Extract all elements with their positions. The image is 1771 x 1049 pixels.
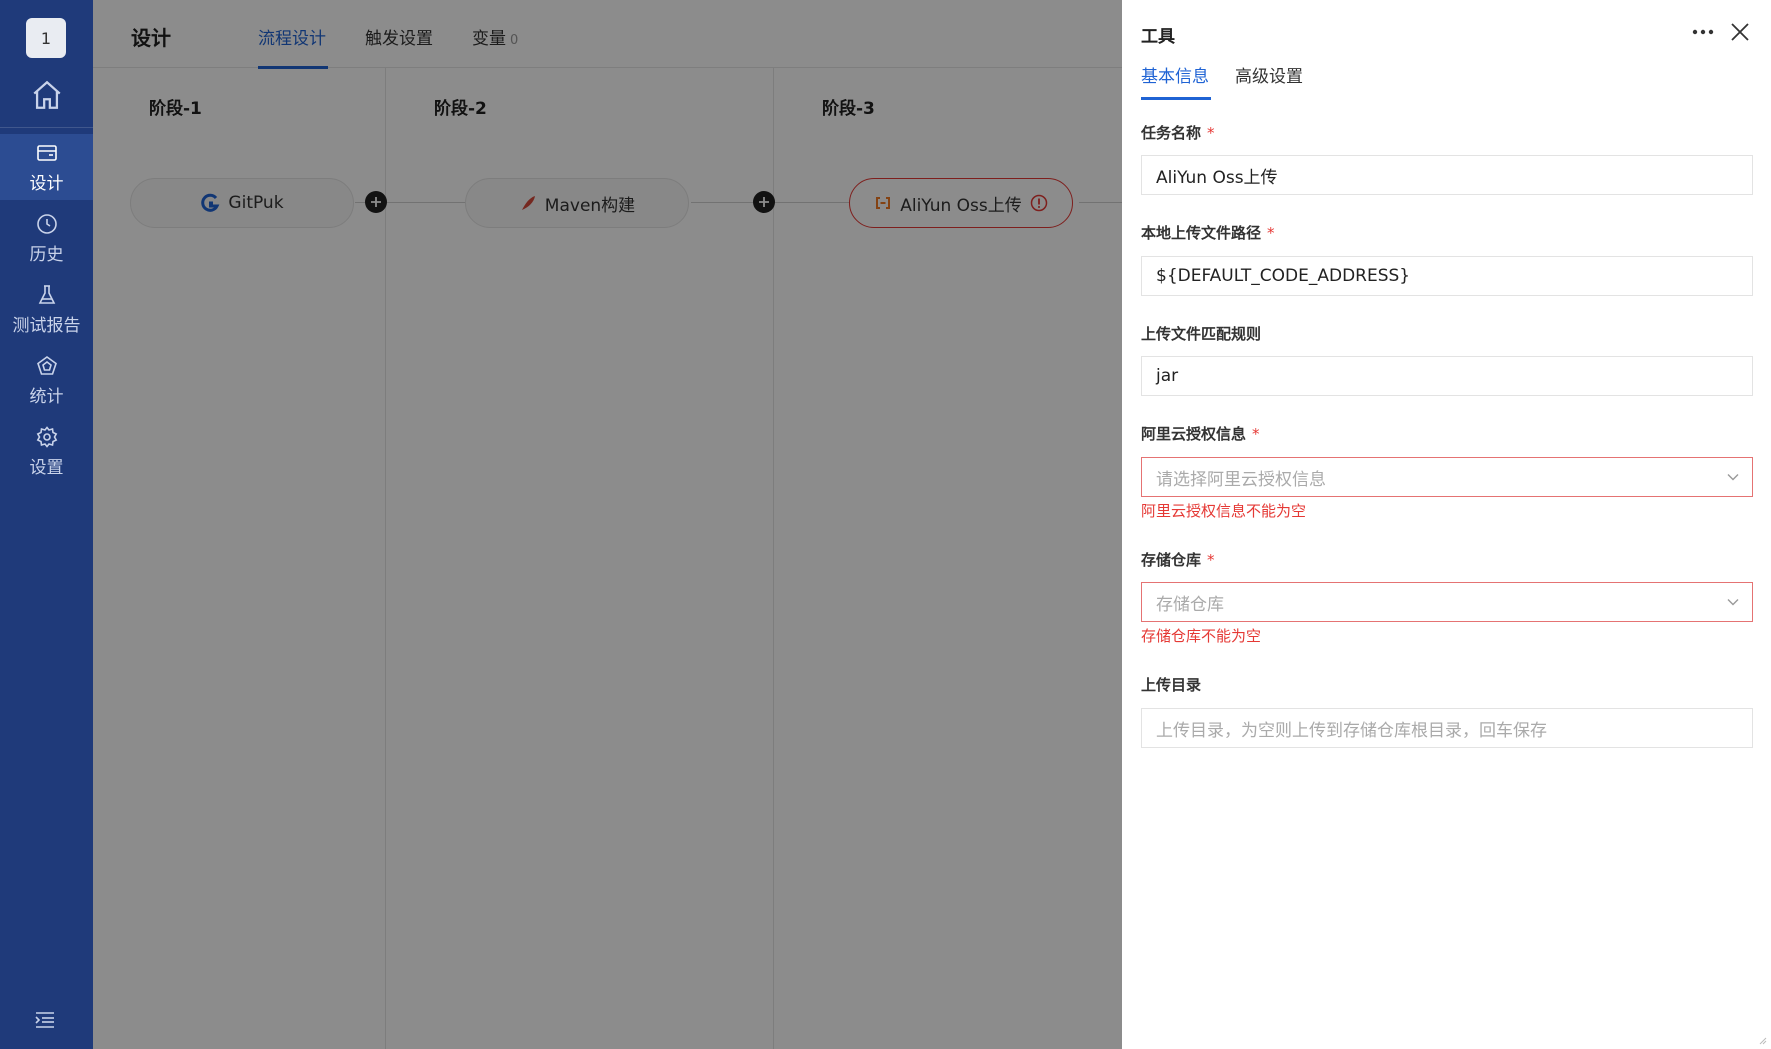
sidebar-item-test-report[interactable]: 测试报告 bbox=[0, 276, 93, 342]
clock-icon bbox=[36, 213, 57, 234]
label-text: 本地上传文件路径 bbox=[1141, 224, 1262, 242]
resize-handle-icon[interactable] bbox=[1757, 1035, 1767, 1045]
required-mark: * bbox=[1267, 224, 1275, 242]
local-path-input[interactable]: ${DEFAULT_CODE_ADDRESS} bbox=[1141, 256, 1753, 296]
local-path-label: 本地上传文件路径 * bbox=[1141, 222, 1275, 243]
sidebar-item-statistics[interactable]: 统计 bbox=[0, 347, 93, 413]
input-placeholder: 上传目录，为空则上传到存储仓库根目录，回车保存 bbox=[1156, 720, 1547, 741]
project-avatar[interactable]: 1 bbox=[26, 18, 66, 58]
input-value: AliYun Oss上传 bbox=[1156, 167, 1278, 188]
sidebar-item-label: 统计 bbox=[29, 386, 64, 407]
sidebar-item-label: 设置 bbox=[29, 457, 64, 478]
select-placeholder: 请选择阿里云授权信息 bbox=[1156, 469, 1326, 490]
sidebar-item-design[interactable]: 设计 bbox=[0, 134, 93, 200]
match-rule-input[interactable]: jar bbox=[1141, 356, 1753, 396]
more-options-icon[interactable] bbox=[1689, 22, 1717, 42]
design-icon bbox=[36, 144, 57, 161]
drawer-title: 工具 bbox=[1141, 27, 1175, 47]
label-text: 任务名称 bbox=[1141, 124, 1202, 142]
sidebar-item-history[interactable]: 历史 bbox=[0, 205, 93, 271]
required-mark: * bbox=[1207, 551, 1215, 569]
active-tab-indicator bbox=[1141, 97, 1211, 100]
sidebar-item-label: 设计 bbox=[29, 173, 64, 194]
tab-basic-info[interactable]: 基本信息 bbox=[1141, 62, 1209, 87]
close-icon[interactable] bbox=[1729, 21, 1751, 43]
sidebar-item-label: 测试报告 bbox=[12, 315, 81, 336]
label-text: 上传文件匹配规则 bbox=[1141, 325, 1262, 343]
task-config-drawer: 工具 基本信息 高级设置 任务名称 * AliYun Oss上传 本地上传文件路径… bbox=[1122, 0, 1771, 1049]
tab-advanced-settings[interactable]: 高级设置 bbox=[1235, 62, 1303, 87]
upload-dir-input[interactable]: 上传目录，为空则上传到存储仓库根目录，回车保存 bbox=[1141, 708, 1753, 748]
task-name-input[interactable]: AliYun Oss上传 bbox=[1141, 155, 1753, 195]
aliyun-auth-error: 阿里云授权信息不能为空 bbox=[1141, 502, 1307, 520]
pentagon-icon bbox=[36, 355, 57, 375]
sidebar: 1 设计 历史 测试报告 统计 设置 bbox=[0, 0, 93, 1049]
bucket-label: 存储仓库 * bbox=[1141, 549, 1215, 570]
aliyun-auth-label: 阿里云授权信息 * bbox=[1141, 423, 1260, 444]
sidebar-divider bbox=[0, 127, 93, 128]
select-placeholder: 存储仓库 bbox=[1156, 594, 1224, 615]
match-rule-label: 上传文件匹配规则 bbox=[1141, 323, 1261, 344]
label-text: 存储仓库 bbox=[1141, 551, 1202, 569]
label-text: 上传目录 bbox=[1141, 676, 1202, 694]
menu-collapse-icon[interactable] bbox=[34, 1010, 56, 1030]
bucket-error: 存储仓库不能为空 bbox=[1141, 627, 1262, 645]
aliyun-auth-select[interactable]: 请选择阿里云授权信息 bbox=[1141, 457, 1753, 497]
bucket-select[interactable]: 存储仓库 bbox=[1141, 582, 1753, 622]
required-mark: * bbox=[1207, 124, 1215, 142]
required-mark: * bbox=[1252, 425, 1260, 443]
sidebar-item-settings[interactable]: 设置 bbox=[0, 418, 93, 484]
label-text: 阿里云授权信息 bbox=[1141, 425, 1247, 443]
input-value: jar bbox=[1156, 366, 1179, 386]
modal-mask[interactable] bbox=[93, 0, 1122, 1049]
chevron-down-icon bbox=[1727, 474, 1739, 481]
sidebar-item-label: 历史 bbox=[29, 244, 64, 265]
chevron-down-icon bbox=[1727, 599, 1739, 606]
task-name-label: 任务名称 * bbox=[1141, 122, 1215, 143]
input-value: ${DEFAULT_CODE_ADDRESS} bbox=[1156, 266, 1411, 286]
upload-dir-label: 上传目录 bbox=[1141, 674, 1201, 695]
flask-icon bbox=[38, 284, 55, 304]
gear-icon bbox=[36, 425, 57, 448]
home-icon[interactable] bbox=[30, 78, 64, 112]
